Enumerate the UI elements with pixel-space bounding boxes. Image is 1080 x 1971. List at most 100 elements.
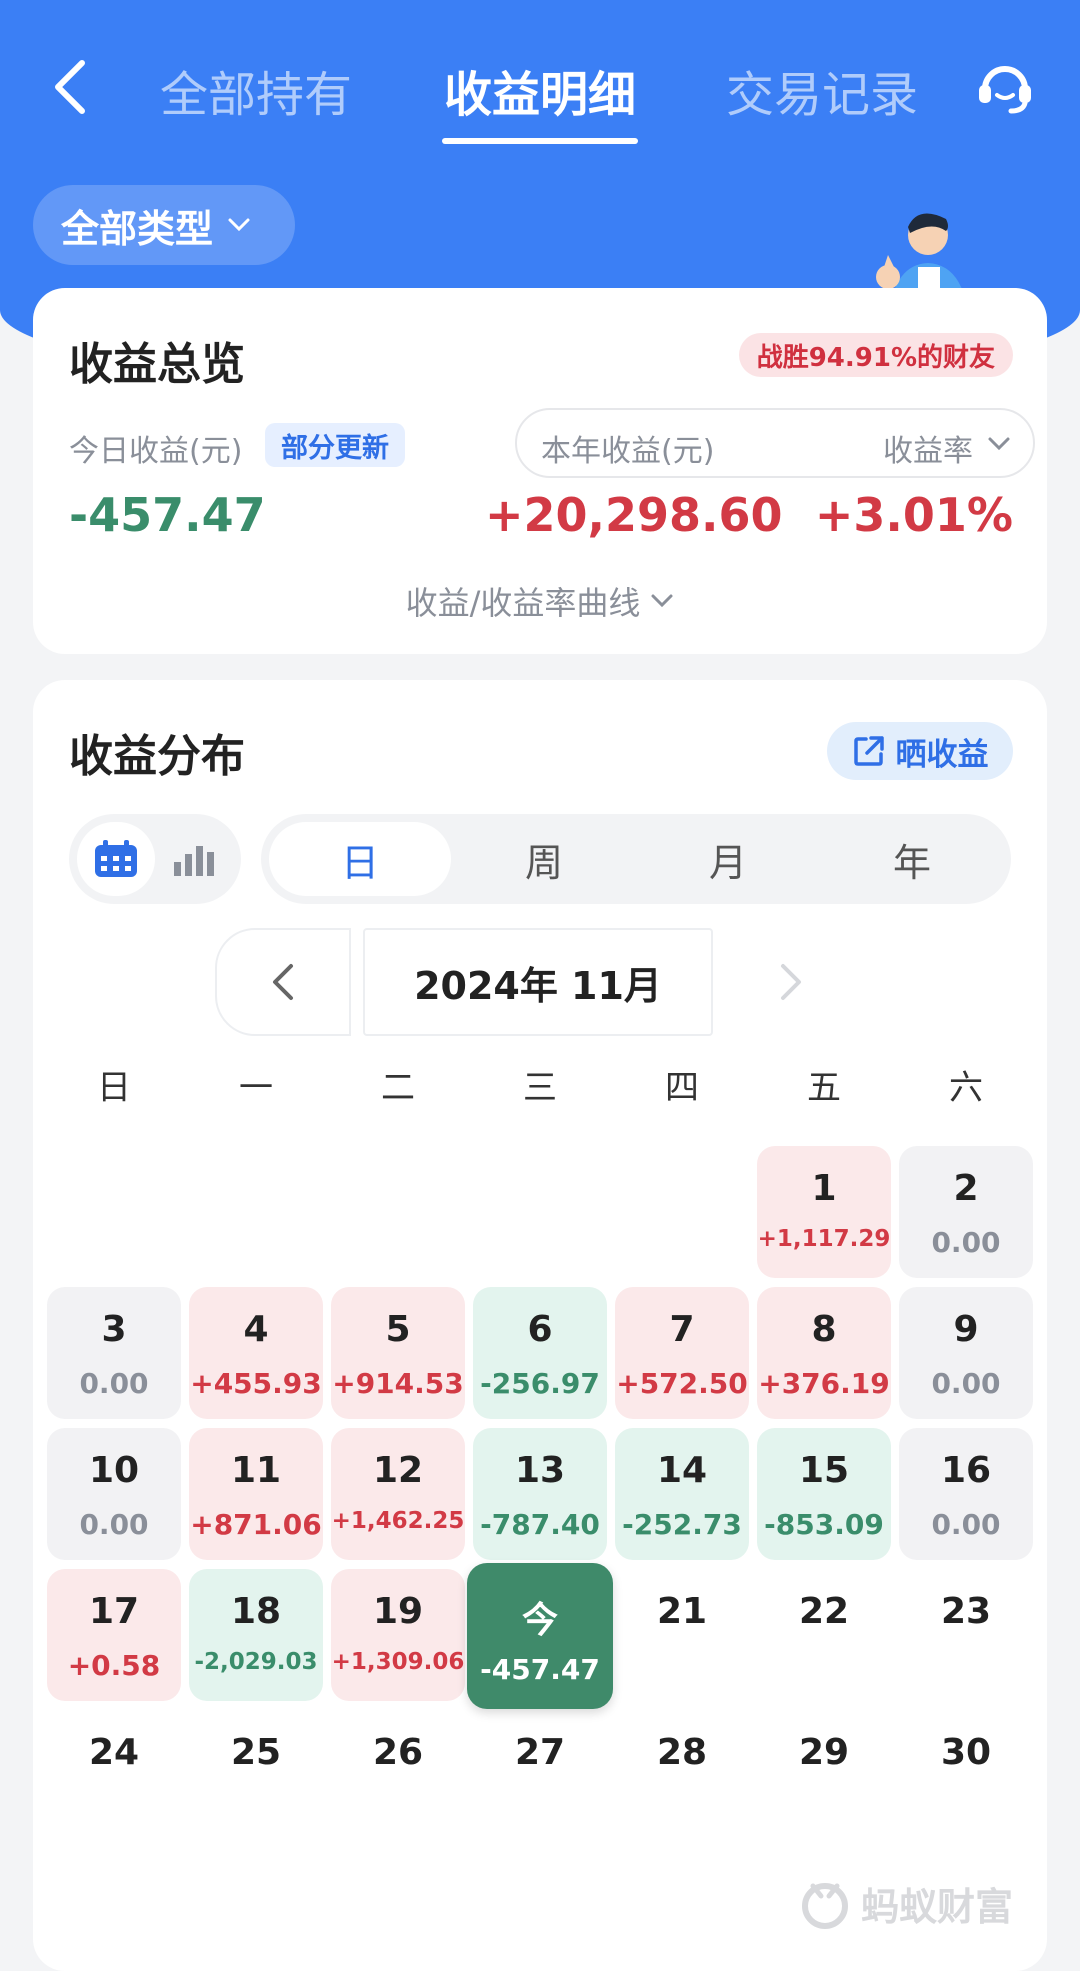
calendar-day-earnings: 0.00 <box>79 1367 149 1400</box>
calendar-day: 26 <box>331 1710 465 1842</box>
calendar-day[interactable]: 7 +572.50 <box>615 1287 749 1419</box>
today-earnings-value: -457.47 <box>69 488 266 542</box>
calendar-day-earnings: -853.09 <box>764 1508 884 1541</box>
calendar-day-number: 3 <box>101 1309 127 1350</box>
type-filter-dropdown[interactable]: 全部类型 <box>33 185 295 265</box>
calendar-day: 29 <box>757 1710 891 1842</box>
calendar-day[interactable]: 12 +1,462.25 <box>331 1428 465 1560</box>
share-earnings-button[interactable]: 晒收益 <box>827 722 1013 780</box>
period-day[interactable]: 日 <box>269 822 451 896</box>
calendar-day[interactable]: 19 +1,309.06 <box>331 1569 465 1701</box>
calendar-day-number: 26 <box>372 1732 424 1773</box>
calendar-day-number: 22 <box>798 1591 850 1632</box>
distribution-title: 收益分布 <box>69 731 245 782</box>
tab-transactions[interactable]: 交易记录 <box>724 50 920 130</box>
overview-title: 收益总览 <box>69 339 245 390</box>
calendar-day[interactable]: 10 0.00 <box>47 1428 181 1560</box>
share-label: 晒收益 <box>895 736 989 773</box>
weekday-label: 一 <box>239 1068 273 1108</box>
calendar-day-number: 7 <box>669 1309 695 1350</box>
calendar-day-today[interactable]: 今 -457.47 <box>467 1563 613 1709</box>
calendar-day[interactable]: 3 0.00 <box>47 1287 181 1419</box>
calendar-day-earnings: +455.93 <box>190 1367 322 1400</box>
earnings-distribution-card: 收益分布 晒收益 日 周 月 年 2024年 11月 日 一 二 三 四 五 六… <box>33 680 1047 1971</box>
back-arrow-icon <box>55 60 85 114</box>
calendar-day-number: 30 <box>940 1732 992 1773</box>
calendar-day[interactable]: 15 -853.09 <box>757 1428 891 1560</box>
calendar-day-earnings: 0.00 <box>79 1508 149 1541</box>
calendar-day-number: 6 <box>527 1309 553 1350</box>
calendar-day-number: 17 <box>88 1591 140 1632</box>
bar-chart-icon <box>174 846 214 876</box>
chevron-right-icon <box>781 964 801 1000</box>
win-rate-badge: 战胜94.91%的财友 <box>738 333 1013 377</box>
ant-logo-icon <box>801 1882 848 1929</box>
calendar-day[interactable]: 1 +1,117.29 <box>757 1146 891 1278</box>
calendar-day[interactable]: 13 -787.40 <box>473 1428 607 1560</box>
customer-service-button[interactable] <box>970 52 1040 122</box>
calendar-day-number: 11 <box>230 1450 282 1491</box>
calendar-day-earnings: 0.00 <box>931 1367 1001 1400</box>
calendar-day: 30 <box>899 1710 1033 1842</box>
calendar-day: 21 <box>615 1569 749 1701</box>
type-filter-label: 全部类型 <box>61 206 214 251</box>
calendar-day-earnings: 0.00 <box>931 1508 1001 1541</box>
weekday-label: 二 <box>381 1068 415 1108</box>
calendar-day[interactable]: 16 0.00 <box>899 1428 1033 1560</box>
calendar-day-number: 9 <box>953 1309 979 1350</box>
rate-label: 收益率 <box>883 434 973 469</box>
calendar-day-earnings: +871.06 <box>190 1508 322 1541</box>
curve-toggle[interactable]: 收益/收益率曲线 <box>33 578 1047 624</box>
calendar-day[interactable]: 2 0.00 <box>899 1146 1033 1278</box>
calendar-day-number: 15 <box>798 1450 850 1491</box>
earnings-overview-card: 收益总览 战胜94.91%的财友 今日收益(元) 部分更新 本年收益(元) 收益… <box>33 288 1047 654</box>
calendar-day: 23 <box>899 1569 1033 1701</box>
chevron-down-icon <box>651 594 673 608</box>
weekday-label: 三 <box>523 1068 557 1108</box>
year-rate-value: +3.01% <box>814 488 1013 542</box>
next-month-button[interactable] <box>723 928 859 1036</box>
calendar-day-number: 1 <box>811 1168 837 1209</box>
calendar-day[interactable]: 8 +376.19 <box>757 1287 891 1419</box>
calendar-day-earnings: +914.53 <box>332 1367 464 1400</box>
today-earnings-label: 今日收益(元) <box>69 434 243 469</box>
calendar-day-number: 13 <box>514 1450 566 1491</box>
weekday-label: 五 <box>807 1068 841 1108</box>
calendar-view-button[interactable] <box>77 822 155 896</box>
weekday-label: 日 <box>97 1068 131 1108</box>
calendar-day-number: 23 <box>940 1591 992 1632</box>
calendar-day[interactable]: 17 +0.58 <box>47 1569 181 1701</box>
calendar-day-earnings: +1,117.29 <box>757 1226 891 1252</box>
calendar-day-earnings: -256.97 <box>480 1367 600 1400</box>
calendar-day-number: 19 <box>372 1591 424 1632</box>
customer-service-icon <box>979 66 1031 114</box>
prev-month-button[interactable] <box>215 928 351 1036</box>
back-button[interactable] <box>40 52 100 122</box>
calendar-day-number: 25 <box>230 1732 282 1773</box>
chart-view-button[interactable] <box>155 822 233 896</box>
calendar-day-number: 24 <box>88 1732 140 1773</box>
calendar-day-number: 14 <box>656 1450 708 1491</box>
calendar-day-earnings: -2,029.03 <box>194 1649 318 1675</box>
calendar-day[interactable]: 5 +914.53 <box>331 1287 465 1419</box>
period-year[interactable]: 年 <box>821 822 1003 896</box>
calendar-day-earnings: +0.58 <box>67 1649 161 1682</box>
view-mode-toggle <box>69 814 241 904</box>
weekday-label: 四 <box>665 1068 699 1108</box>
calendar-day-earnings: +572.50 <box>616 1367 748 1400</box>
period-month[interactable]: 月 <box>637 822 819 896</box>
calendar-day[interactable]: 4 +455.93 <box>189 1287 323 1419</box>
calendar-day[interactable]: 6 -256.97 <box>473 1287 607 1419</box>
calendar-day[interactable]: 14 -252.73 <box>615 1428 749 1560</box>
tab-all-holdings[interactable]: 全部持有 <box>158 50 354 130</box>
calendar-day[interactable]: 18 -2,029.03 <box>189 1569 323 1701</box>
calendar-day-number: 18 <box>230 1591 282 1632</box>
chevron-down-icon <box>988 437 1010 451</box>
calendar-day[interactable]: 11 +871.06 <box>189 1428 323 1560</box>
calendar-day[interactable]: 9 0.00 <box>899 1287 1033 1419</box>
chevron-down-icon <box>228 218 250 232</box>
year-earnings-selector[interactable]: 本年收益(元) 收益率 <box>515 408 1035 478</box>
tab-earnings-detail[interactable]: 收益明细 <box>442 50 638 144</box>
period-week[interactable]: 周 <box>453 822 635 896</box>
calendar-day-number: 27 <box>514 1732 566 1773</box>
